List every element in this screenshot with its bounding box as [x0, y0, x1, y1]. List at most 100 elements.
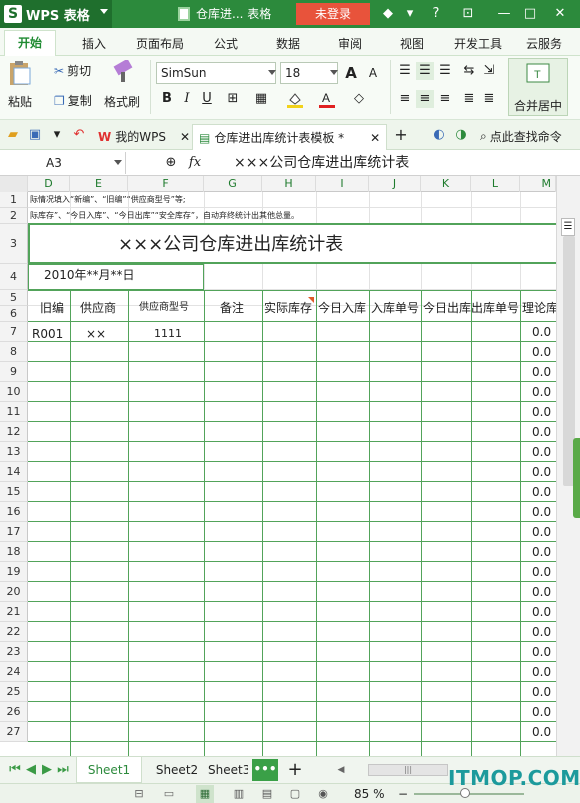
select-all-corner[interactable] [0, 176, 28, 192]
column-header[interactable]: M [520, 176, 556, 192]
column-header[interactable]: E [70, 176, 128, 192]
fill-color-icon[interactable] [286, 90, 304, 108]
distribute-icon[interactable]: ≣ [480, 90, 498, 108]
wps-sheet-icon[interactable]: ◑ [452, 126, 470, 144]
column-header[interactable]: K [421, 176, 471, 192]
tab-developer[interactable]: 开发工具 [454, 35, 502, 52]
column-header[interactable]: L [471, 176, 520, 192]
row-header[interactable]: 23 [0, 642, 28, 662]
increase-font-icon[interactable]: A [342, 64, 360, 82]
sheet-tab-3[interactable]: Sheet3 [208, 757, 248, 783]
row-header[interactable]: 18 [0, 542, 28, 562]
tab-page-layout[interactable]: 页面布局 [136, 35, 184, 52]
read-mode-icon[interactable]: ▢ [286, 785, 304, 803]
row-header[interactable]: 14 [0, 462, 28, 482]
row-header[interactable]: 17 [0, 522, 28, 542]
undo-icon[interactable]: ↶ [70, 126, 88, 144]
row-header[interactable]: 9 [0, 362, 28, 382]
wps-doc-icon[interactable]: ◐ [430, 126, 448, 144]
split-icon[interactable]: ☰ [561, 218, 575, 236]
close-tab-icon[interactable]: ✕ [180, 125, 190, 149]
minimize-icon[interactable]: — [496, 6, 512, 22]
folder-icon[interactable]: ▰ [4, 126, 22, 144]
row-header[interactable]: 2 [0, 208, 28, 224]
row-header[interactable]: 3 [0, 224, 28, 264]
copy-button[interactable]: ❐ 复制 [54, 92, 92, 109]
zoom-out-icon[interactable]: − [394, 785, 412, 803]
decrease-font-icon[interactable]: A [364, 64, 382, 82]
fill-pattern-icon[interactable]: ▦ [252, 90, 270, 108]
skin-icon[interactable]: ▾ [402, 6, 418, 22]
scroll-left-icon[interactable]: ◀ [332, 761, 350, 779]
command-search[interactable]: ⌕ 点此查找命令 [480, 128, 562, 145]
app-menu-button[interactable]: S WPS 表格 [0, 0, 112, 28]
page-break-view-icon[interactable]: ▤ [258, 785, 276, 803]
row-header[interactable]: 13 [0, 442, 28, 462]
column-header[interactable]: D [28, 176, 70, 192]
quick-access-more-icon[interactable]: ▾ [48, 126, 66, 144]
orientation-icon[interactable]: ⇆ [460, 62, 478, 80]
help-icon[interactable]: ? [428, 6, 444, 22]
eye-protect-icon[interactable]: ◉ [314, 785, 332, 803]
column-header[interactable]: I [316, 176, 369, 192]
row-header[interactable]: 24 [0, 662, 28, 682]
close-tab-icon[interactable]: ✕ [370, 126, 380, 150]
wrap-text-icon[interactable]: ⇲ [480, 62, 498, 80]
tab-data[interactable]: 数据 [276, 35, 300, 52]
sheet-tab-2[interactable]: Sheet2 [146, 757, 208, 783]
align-right-icon[interactable]: ≡ [436, 90, 454, 108]
maximize-icon[interactable]: □ [522, 6, 538, 22]
row-header[interactable]: 25 [0, 682, 28, 702]
merge-center-button[interactable]: T 合并居中 [508, 58, 568, 116]
column-header[interactable]: J [369, 176, 421, 192]
italic-button[interactable]: I [178, 90, 196, 108]
row-header[interactable]: 8 [0, 342, 28, 362]
row-header[interactable]: 4 [0, 264, 28, 290]
tab-home[interactable]: 开始 [4, 30, 56, 56]
align-middle-icon[interactable]: ☰ [416, 62, 434, 80]
row-header[interactable]: 19 [0, 562, 28, 582]
justify-icon[interactable]: ≣ [460, 90, 478, 108]
horizontal-scroll-thumb[interactable]: ||| [368, 764, 448, 776]
column-header[interactable]: H [262, 176, 316, 192]
align-top-icon[interactable]: ☰ [396, 62, 414, 80]
format-painter-button[interactable]: 格式刷 [104, 60, 140, 110]
vertical-scrollbar[interactable]: ☰ [556, 176, 580, 756]
bold-button[interactable]: B [158, 90, 176, 108]
clear-format-icon[interactable]: ◇ [350, 90, 368, 108]
row-header[interactable]: 5 [0, 290, 28, 306]
column-header[interactable]: G [204, 176, 262, 192]
row-header[interactable]: 21 [0, 602, 28, 622]
close-icon[interactable]: ✕ [552, 6, 568, 22]
new-tab-icon[interactable]: + [392, 126, 410, 144]
more-sheets-icon[interactable]: ••• [252, 759, 278, 781]
row-header[interactable]: 15 [0, 482, 28, 502]
row-header[interactable]: 22 [0, 622, 28, 642]
tab-formula[interactable]: 公式 [214, 35, 238, 52]
tab-active-document[interactable]: ▤ 仓库进出库统计表模板 * ✕ [192, 124, 388, 150]
name-box[interactable]: A3 [0, 152, 126, 174]
last-sheet-icon[interactable]: ⏭ [54, 761, 72, 779]
function-button[interactable]: fx [186, 154, 204, 172]
row-header[interactable]: 20 [0, 582, 28, 602]
row-header[interactable]: 16 [0, 502, 28, 522]
spreadsheet-grid[interactable]: D E F G H I J K L M 1 2 3 4 5 6 7 8 9 10 11 12 13 14 1… [0, 176, 556, 756]
login-button[interactable]: 未登录 [296, 3, 370, 25]
cut-button[interactable]: ✂ 剪切 [54, 62, 91, 79]
align-left-icon[interactable]: ≡ [396, 90, 414, 108]
side-panel-handle[interactable] [573, 438, 580, 518]
sheet-tab-1[interactable]: Sheet1 [76, 757, 142, 783]
row-header[interactable]: 12 [0, 422, 28, 442]
row-header[interactable]: 26 [0, 702, 28, 722]
row-header[interactable]: 10 [0, 382, 28, 402]
align-bottom-icon[interactable]: ☰ [436, 62, 454, 80]
tab-view[interactable]: 视图 [400, 35, 424, 52]
row-header[interactable]: 11 [0, 402, 28, 422]
bird-icon[interactable]: ◆ [380, 6, 396, 22]
save-icon[interactable]: ▣ [26, 126, 44, 144]
row-header[interactable]: 27 [0, 722, 28, 742]
normal-view-icon[interactable]: ▦ [196, 785, 214, 803]
add-sheet-icon[interactable]: + [286, 761, 304, 779]
column-header[interactable]: F [128, 176, 204, 192]
font-name-select[interactable]: SimSun [156, 62, 276, 84]
